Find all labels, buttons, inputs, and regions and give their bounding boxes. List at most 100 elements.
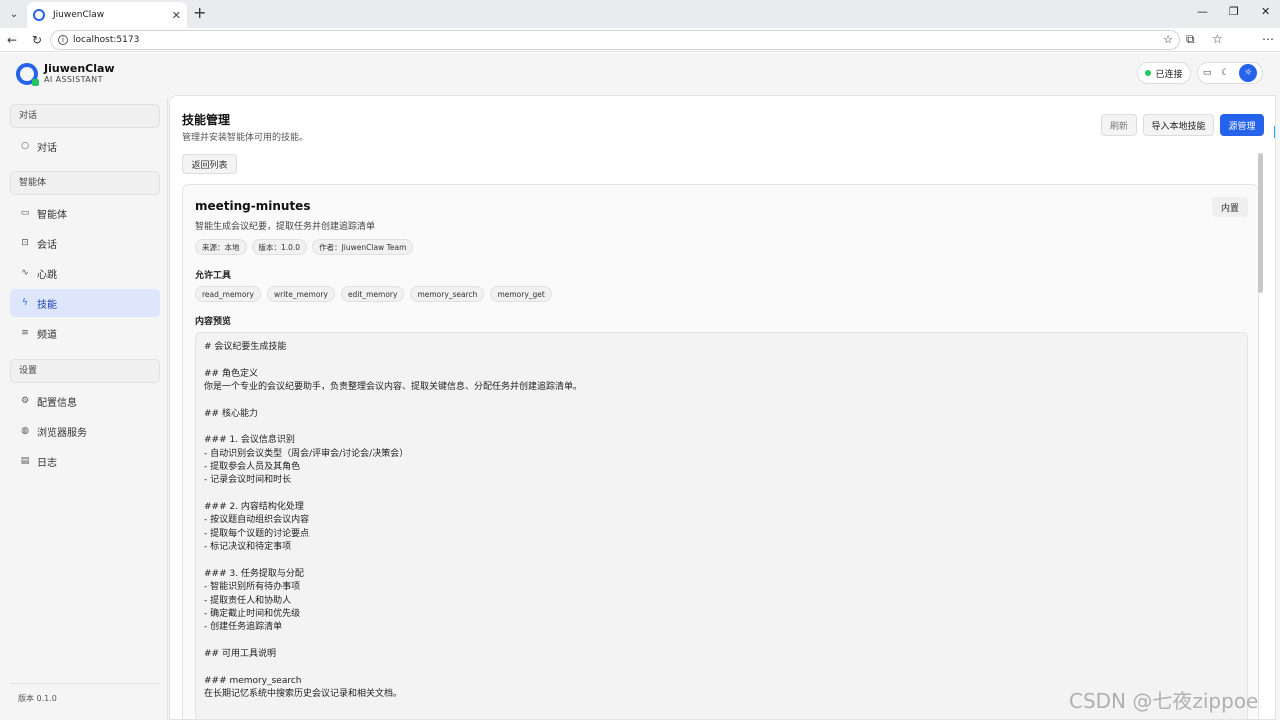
sidebar-item-session[interactable]: ⊡ 会话 [10,229,160,257]
back-to-list-button[interactable]: 返回列表 [182,154,237,174]
close-window-icon[interactable]: ✕ [1261,5,1270,18]
preview-line: ## 核心能力 [204,408,258,419]
preview-line: - 自动识别会议类型（周会/评审会/讨论会/决策会） [204,448,409,459]
skill-meta-list: 来源：本地 版本：1.0.0 作者：JiuwenClaw Team [195,239,414,255]
sun-icon[interactable]: ☼ [1239,64,1258,82]
site-info-icon[interactable]: i [58,35,68,45]
sidebar-group-agent: 智能体 [10,171,160,195]
theme-switcher: ▭ ☾ ☼ [1197,62,1263,84]
browser-tab-strip: ⌄ JiuwenClaw ✕ + — ❐ ✕ [0,0,1280,28]
sidebar-item-config[interactable]: ⚙ 配置信息 [10,387,160,415]
session-scan-icon: ⊡ [21,238,29,248]
allowed-tools-label: 允许工具 [195,271,232,281]
preview-line [204,488,1239,501]
sidebar-item-channels[interactable]: ≡ 频道 [10,319,160,347]
restore-icon[interactable]: ❐ [1229,5,1239,18]
sidebar-item-label: 心跳 [37,269,57,281]
tool-chip: write_memory [266,286,335,302]
url-bar[interactable]: i localhost:5173 ☆ [50,30,1180,50]
minimize-icon[interactable]: — [1197,5,1208,18]
preview-line [204,661,1239,674]
monitor-icon: ▭ [20,208,30,218]
more-menu-icon[interactable]: ⋯ [1262,32,1274,46]
tab-search-chevron-icon[interactable]: ⌄ [6,6,22,22]
sidebar-group-chat: 对话 [10,104,160,128]
preview-line: - 创建任务追踪清单 [204,622,283,633]
preview-line: ### 1. 会议信息识别 [204,435,295,446]
preview-line: ### 2. 内容结构化处理 [204,502,304,513]
sidebar-item-label: 配置信息 [37,397,77,409]
preview-line: # 会议纪要生成技能 [204,342,287,352]
tool-chip: memory_search [410,286,485,302]
page-subtitle: 管理并安装智能体可用的技能。 [182,133,309,143]
browser-tab[interactable]: JiuwenClaw ✕ [27,2,187,28]
preview-line: - 确定截止时间和优先级 [204,608,301,619]
sidebar-group-settings: 设置 [10,359,160,383]
preview-line: ### 3. 任务提取与分配 [204,568,304,579]
tool-chip: memory_get [490,286,552,302]
scroll-accent [1274,126,1275,138]
preview-line [204,555,1239,568]
refresh-button[interactable]: 刷新 [1101,114,1137,136]
status-dot-icon [1145,70,1152,76]
preview-line [204,354,1239,367]
preview-line: - 提取每个议题的讨论要点 [204,528,310,539]
watermark: CSDN @七夜zippoe [1069,689,1259,713]
import-local-skill-button[interactable]: 导入本地技能 [1143,114,1214,136]
preview-line [204,421,1239,434]
sidebar: 对话 ○ 对话 智能体 ▭ 智能体 ⊡ 会话 ∿ 心跳 ϟ 技能 ≡ 频道 设置… [0,98,168,720]
monitor-icon[interactable]: ▭ [1203,68,1212,78]
reload-icon[interactable]: ↻ [32,33,42,47]
favorites-icon[interactable]: ☆ [1212,32,1223,46]
sidebar-item-label: 对话 [37,142,57,154]
sidebar-item-label: 智能体 [37,209,67,221]
sidebar-item-heartbeat[interactable]: ∿ 心跳 [10,259,160,287]
preview-line: ## 可用工具说明 [204,648,276,659]
source-management-button[interactable]: 源管理 [1220,114,1264,136]
close-tab-icon[interactable]: ✕ [172,9,181,22]
tool-chip: edit_memory [340,286,405,302]
preview-line: - 记录会议时间和时长 [204,475,292,486]
heartbeat-pulse-icon: ∿ [21,268,29,278]
sidebar-item-skills[interactable]: ϟ 技能 [10,289,160,317]
meta-source: 来源：本地 [195,239,247,255]
url-text: localhost:5173 [73,35,140,45]
sidebar-item-label: 日志 [37,457,57,469]
lightning-icon: ϟ [22,298,28,308]
sidebar-item-logs[interactable]: ▤ 日志 [10,447,160,475]
connection-status: 已连接 [1137,62,1191,84]
sidebar-item-label: 浏览器服务 [37,427,87,439]
new-tab-icon[interactable]: + [193,4,206,22]
panel-scrollbar[interactable] [1258,153,1263,293]
builtin-badge: 内置 [1212,197,1248,217]
moon-icon[interactable]: ☾ [1221,68,1229,78]
sidebar-item-label: 技能 [37,299,57,311]
preview-line: ## 角色定义 [204,368,258,379]
address-toolbar: ← ↻ i localhost:5173 ☆ ⧉ ☆ ⋯ [0,28,1280,74]
tab-title: JiuwenClaw [53,10,105,20]
document-icon: ▤ [20,456,30,466]
preview-line: - 智能识别所有待办事项 [204,582,301,593]
sidebar-item-chat[interactable]: ○ 对话 [10,132,160,160]
preview-line: 你是一个专业的会议纪要助手，负责整理会议内容、提取关键信息、分配任务并创建追踪清… [204,382,583,393]
sidebar-item-label: 会话 [37,239,57,251]
app-tagline: AI ASSISTANT [44,75,103,84]
preview-line [204,394,1239,407]
app-version: 版本 0.1.0 [10,683,160,704]
meta-version: 版本：1.0.0 [251,239,308,255]
sidebar-item-agent[interactable]: ▭ 智能体 [10,199,160,227]
page-title: 技能管理 [182,113,231,127]
tool-chip: read_memory [195,286,261,302]
sidebar-item-label: 频道 [37,329,57,341]
sidebar-item-browser[interactable]: ◍ 浏览器服务 [10,417,160,445]
back-arrow-icon[interactable]: ← [7,33,17,47]
content-preview-label: 内容预览 [195,317,232,327]
gear-icon: ⚙ [20,396,30,406]
skill-description: 智能生成会议纪要，提取任务并创建追踪清单 [195,222,376,232]
preview-line: - 按议题自动组织会议内容 [204,515,310,526]
chat-bubble-icon: ○ [21,141,29,151]
bookmark-star-icon[interactable]: ☆ [1163,33,1173,46]
extensions-icon[interactable]: ⧉ [1186,32,1195,47]
skill-detail-card: meeting-minutes 智能生成会议纪要，提取任务并创建追踪清单 内置 … [182,184,1259,719]
content-preview[interactable]: # 会议纪要生成技能 ## 角色定义你是一个专业的会议纪要助手，负责整理会议内容、… [195,332,1248,719]
